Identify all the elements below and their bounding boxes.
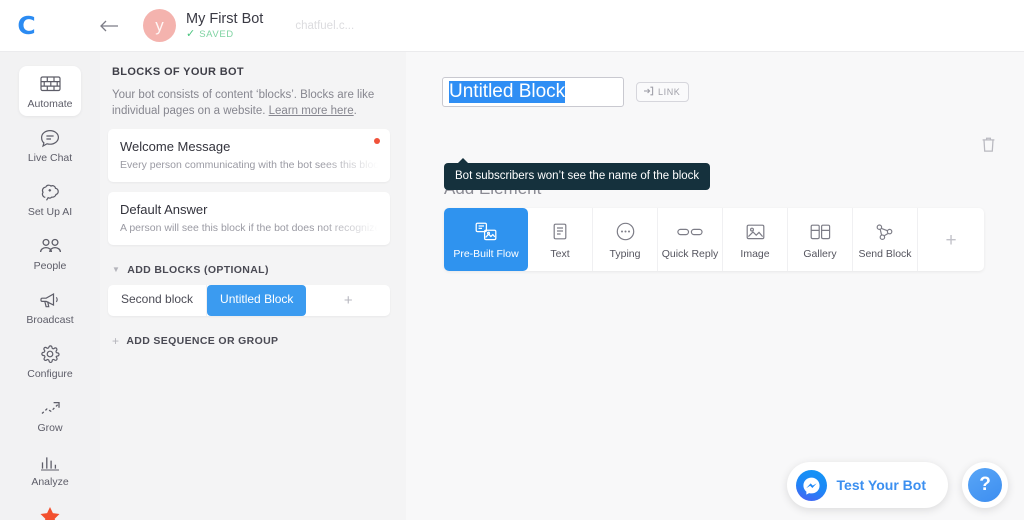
link-button-label: LINK — [658, 87, 681, 97]
saved-label: SAVED — [199, 29, 234, 40]
image-icon — [723, 221, 787, 242]
blocks-panel: BLOCKS OF YOUR BOT Your bot consists of … — [100, 52, 406, 520]
element-button-gallery[interactable]: Gallery — [788, 208, 853, 271]
block-card-title: Welcome Message — [120, 139, 231, 154]
send-block-icon — [853, 221, 917, 242]
learn-more-link[interactable]: Learn more here — [269, 105, 354, 117]
status-badge: ✓ SAVED — [186, 28, 263, 41]
megaphone-icon — [19, 289, 81, 311]
element-label: Pre-Built Flow — [453, 248, 519, 260]
list-item[interactable]: Welcome Message Every person communicati… — [108, 129, 390, 182]
bot-meta: My First Bot ✓ SAVED — [186, 11, 263, 40]
block-title-row: LINK — [442, 77, 690, 107]
avatar-letter: y — [155, 15, 164, 35]
ai-brain-cloud-icon — [19, 181, 81, 203]
prebuilt-flow-icon — [444, 221, 528, 242]
add-block-button[interactable]: + — [306, 285, 390, 316]
test-your-bot-label: Test Your Bot — [836, 477, 926, 493]
unread-dot-icon — [374, 138, 380, 144]
sidebar-item-configure[interactable]: Configure — [19, 336, 81, 386]
chatfuel-logo-icon[interactable]: C — [0, 13, 52, 38]
avatar: y — [143, 9, 176, 42]
sidebar-item-automate[interactable]: Automate — [19, 66, 81, 116]
element-button-typing[interactable]: Typing — [593, 208, 658, 271]
sidebar-item-analyze[interactable]: Analyze — [19, 444, 81, 494]
panel-description: Your bot consists of content ‘blocks’. B… — [108, 87, 390, 119]
growth-arrow-icon — [19, 397, 81, 419]
panel-description-end: . — [353, 105, 357, 117]
element-button-pre-built-flow[interactable]: Pre-Built Flow — [444, 208, 528, 271]
main-canvas: LINK Add Element Bot subscribers won’t s… — [406, 52, 1024, 520]
gear-icon — [19, 343, 81, 365]
block-chip-second-block[interactable]: Second block — [108, 285, 208, 316]
element-button-quick-reply[interactable]: Quick Reply — [658, 208, 723, 271]
sidebar-item-label: Broadcast — [26, 314, 74, 326]
quick-reply-icon — [658, 221, 722, 242]
block-title-input[interactable] — [442, 77, 624, 107]
help-button[interactable]: ? — [962, 462, 1008, 508]
element-label: Quick Reply — [661, 248, 719, 260]
app-root: C y My First Bot ✓ SAVED chatfuel.c... A… — [0, 0, 1024, 520]
sidebar-item-label: Grow — [37, 422, 63, 434]
element-label: Gallery — [803, 248, 837, 260]
messenger-icon — [795, 469, 827, 501]
list-item[interactable]: Default Answer A person will see this bl… — [108, 192, 390, 245]
blocks-grid-icon — [19, 73, 81, 95]
sidebar-item-grow[interactable]: Grow — [19, 390, 81, 440]
element-label: Typing — [609, 248, 641, 260]
sidebar-item-broadcast[interactable]: Broadcast — [19, 282, 81, 332]
block-card-subtitle: Every person communicating with the bot … — [120, 159, 378, 171]
element-label: Text — [550, 248, 570, 260]
add-element-button[interactable]: + — [918, 208, 984, 271]
link-arrow-icon — [643, 86, 654, 98]
plus-icon: + — [112, 334, 120, 348]
page-title: My First Bot — [186, 11, 264, 27]
typing-icon — [593, 221, 657, 242]
star-icon — [19, 505, 81, 520]
test-your-bot-button[interactable]: Test Your Bot — [786, 462, 948, 508]
add-blocks-label: ADD BLOCKS (OPTIONAL) — [127, 264, 269, 276]
block-chips-row: Second block Untitled Block + — [108, 285, 390, 316]
bar-chart-icon — [19, 451, 81, 473]
block-card-subtitle: A person will see this block if the bot … — [120, 222, 378, 234]
element-label: Image — [740, 248, 770, 260]
sidebar-item-label: Analyze — [31, 476, 69, 488]
text-icon — [528, 221, 592, 242]
top-bar: C y My First Bot ✓ SAVED chatfuel.c... — [0, 0, 1024, 52]
people-icon — [19, 235, 81, 257]
add-blocks-header[interactable]: ▼ ADD BLOCKS (OPTIONAL) — [108, 264, 390, 276]
sidebar-item-label: Automate — [27, 98, 73, 110]
sidebar-item-set-up-ai[interactable]: Set Up AI — [19, 174, 81, 224]
panel-title: BLOCKS OF YOUR BOT — [112, 66, 244, 78]
element-label: Send Block — [858, 248, 912, 260]
chat-bubble-icon — [19, 127, 81, 149]
add-sequence-label: ADD SEQUENCE OR GROUP — [126, 335, 279, 347]
gallery-icon — [788, 221, 852, 242]
sidebar-item-people[interactable]: People — [19, 228, 81, 278]
sidebar-item-upgrade[interactable]: Upgrade — [19, 498, 81, 520]
sidebar-item-label: People — [33, 260, 67, 272]
element-button-text[interactable]: Text — [528, 208, 593, 271]
trash-icon[interactable] — [981, 136, 996, 158]
sidebar-item-label: Set Up AI — [27, 206, 73, 218]
sidebar-item-label: Live Chat — [27, 152, 73, 164]
block-card-title: Default Answer — [120, 202, 208, 217]
add-sequence-or-group-button[interactable]: + ADD SEQUENCE OR GROUP — [108, 334, 390, 348]
link-button[interactable]: LINK — [636, 82, 690, 102]
sidebar: Automate Live Chat Set Up AI People Broa… — [0, 52, 100, 520]
element-button-image[interactable]: Image — [723, 208, 788, 271]
back-arrow-icon[interactable] — [98, 15, 120, 37]
add-element-toolbar: Pre-Built Flow Text Typing Quick Reply I… — [444, 208, 984, 271]
question-mark-icon: ? — [968, 468, 1002, 502]
sidebar-item-live-chat[interactable]: Live Chat — [19, 120, 81, 170]
block-name-tooltip: Bot subscribers won’t see the name of th… — [444, 158, 711, 190]
sidebar-item-label: Configure — [27, 368, 73, 380]
element-button-send-block[interactable]: Send Block — [853, 208, 918, 271]
block-chip-untitled-block[interactable]: Untitled Block — [207, 285, 307, 316]
bot-url: chatfuel.c... — [295, 19, 355, 32]
chevron-down-icon: ▼ — [112, 265, 121, 274]
check-icon: ✓ — [186, 28, 196, 40]
